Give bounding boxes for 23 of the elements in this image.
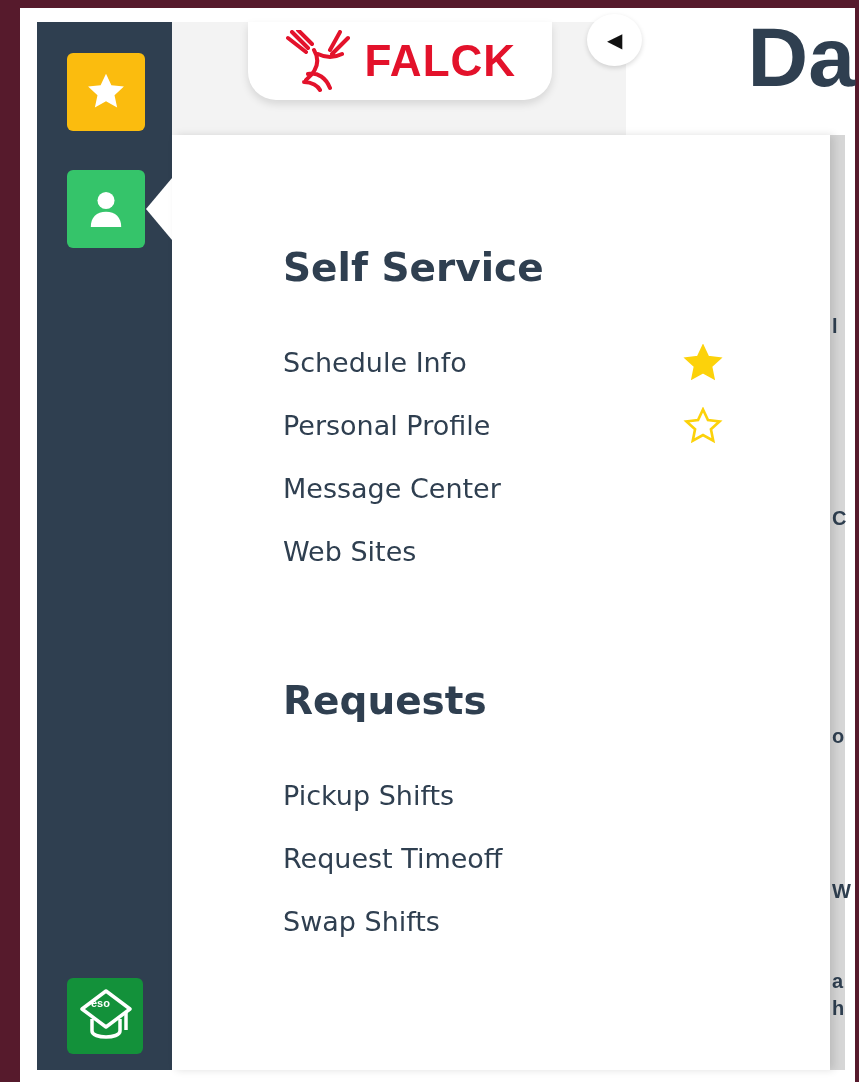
menu-link[interactable]: Pickup Shifts [283,780,455,811]
menu-link[interactable]: Schedule Info [283,347,467,378]
sidebar-tile[interactable] [67,53,145,131]
menu-link[interactable]: Web Sites [283,536,417,567]
collapse-button[interactable]: ◀ [587,14,642,66]
section-heading: Self Service [283,244,545,292]
sidebar-tile[interactable] [67,170,145,248]
menu-link[interactable]: Swap Shifts [283,906,440,937]
text-fragment: l [832,315,838,337]
logo-text: FALCK [364,36,517,86]
favorite-star-icon[interactable] [683,343,723,382]
menu-link[interactable]: Message Center [283,473,501,504]
menu-link[interactable]: Request Timeoff [283,843,503,874]
menu-link[interactable]: Personal Profile [283,410,491,441]
text-fragment: h [832,997,845,1019]
text-fragment: C [832,507,847,529]
page-title: Da [747,22,855,92]
text-fragment: o [832,725,845,747]
favorite-star-icon[interactable] [683,406,723,445]
section-heading: Requests [283,677,488,725]
text-fragment: a [832,970,844,992]
academy-button[interactable]: eso [67,978,143,1054]
text-fragment: W [832,880,851,902]
